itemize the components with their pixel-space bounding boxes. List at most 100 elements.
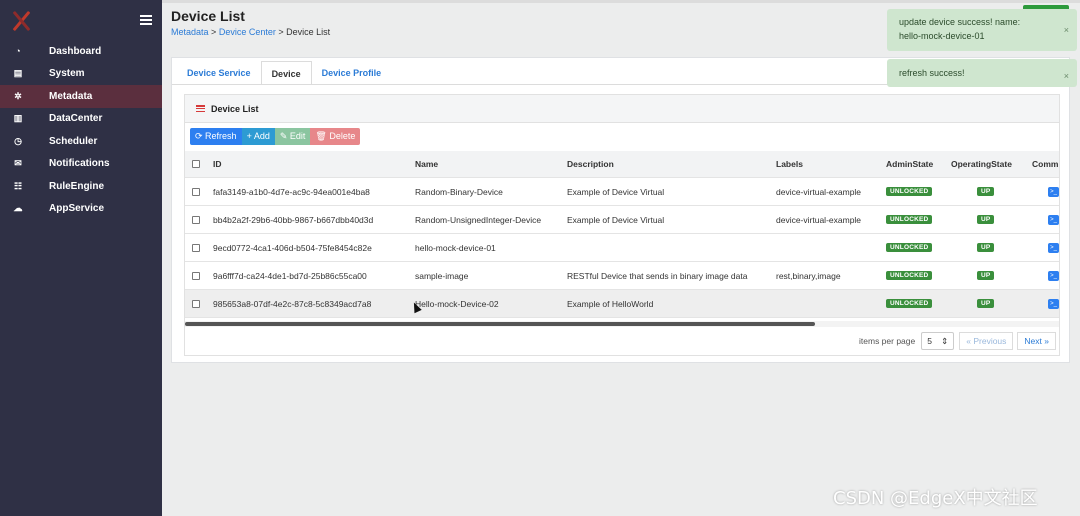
operating-state-badge: UP bbox=[977, 271, 995, 280]
row-checkbox[interactable] bbox=[192, 215, 200, 224]
edit-icon: ✎ bbox=[279, 131, 290, 141]
items-per-page-select[interactable]: 5 ⇕ bbox=[921, 332, 955, 350]
table-row[interactable]: bb4b2a2f-29b6-40bb-9867-b667dbb40d3d Rand… bbox=[185, 206, 1059, 234]
edgex-logo-icon[interactable] bbox=[10, 9, 32, 32]
column-header-operatingstate[interactable]: OperatingState bbox=[951, 151, 1012, 177]
sidebar-item-label: System bbox=[49, 68, 85, 80]
select-arrows-icon: ⇕ bbox=[941, 335, 949, 346]
admin-state-badge: UNLOCKED bbox=[886, 215, 933, 224]
cell-id: 9ecd0772-4ca1-406d-b504-75fe8454c82e bbox=[213, 242, 372, 253]
tab-device-profile[interactable]: Device Profile bbox=[312, 61, 392, 85]
terminal-icon[interactable]: >_ bbox=[1048, 270, 1059, 281]
terminal-icon[interactable]: >_ bbox=[1048, 214, 1059, 225]
terminal-icon[interactable]: >_ bbox=[1048, 242, 1059, 253]
breadcrumb-separator: > bbox=[211, 27, 217, 37]
table-row[interactable]: 985653a8-07df-4e2c-87c8-5c8349acd7a8 Hell… bbox=[185, 290, 1059, 318]
cell-labels: device-virtual-example bbox=[776, 214, 862, 225]
sidebar-item-label: AppService bbox=[49, 203, 105, 215]
row-checkbox[interactable] bbox=[192, 243, 200, 252]
cell-id: bb4b2a2f-29b6-40bb-9867-b667dbb40d3d bbox=[213, 214, 374, 225]
mail-icon: ✉ bbox=[14, 158, 22, 169]
sidebar-item-ruleengine[interactable]: ☷ RuleEngine bbox=[0, 175, 162, 198]
sidebar-item-notifications[interactable]: ✉ Notifications bbox=[0, 153, 162, 176]
operating-state-badge: UP bbox=[977, 215, 995, 224]
table-row[interactable]: 9ecd0772-4ca1-406d-b504-75fe8454c82e hell… bbox=[185, 234, 1059, 262]
column-header-name[interactable]: Name bbox=[415, 151, 438, 177]
edit-button[interactable]: ✎ Edit bbox=[274, 128, 311, 145]
cell-description: Example of HelloWorld bbox=[567, 298, 654, 309]
toast-close-icon[interactable]: × bbox=[1064, 23, 1069, 37]
tab-device-service[interactable]: Device Service bbox=[177, 61, 261, 85]
table-body: fafa3149-a1b0-4d7e-ac9c-94ea001e4ba8 Rand… bbox=[185, 178, 1059, 318]
cell-name: Random-Binary-Device bbox=[415, 186, 503, 197]
toast-message-line1: update device success! name: bbox=[899, 17, 1021, 27]
refresh-button[interactable]: ⟳ Refresh bbox=[190, 128, 242, 145]
items-per-page-label: items per page bbox=[859, 336, 916, 346]
cell-description: Example of Device Virtual bbox=[567, 186, 665, 197]
toolbar: ⟳ Refresh + Add ✎ Edit 🗑 Delete bbox=[190, 128, 361, 145]
sidebar-item-dashboard[interactable]: ◔ Dashboard bbox=[0, 40, 162, 63]
sidebar-item-appservice[interactable]: ☁ AppService bbox=[0, 198, 162, 221]
metadata-icon: ✲ bbox=[14, 90, 22, 101]
watermark: CSDN @EdgeX中文社区 bbox=[833, 488, 1038, 509]
scrollbar-thumb[interactable] bbox=[185, 322, 815, 326]
column-header-description[interactable]: Description bbox=[567, 151, 614, 177]
cell-labels: rest,binary,image bbox=[776, 270, 841, 281]
table-row[interactable]: fafa3149-a1b0-4d7e-ac9c-94ea001e4ba8 Rand… bbox=[185, 178, 1059, 206]
toast-refresh-success: refresh success! × bbox=[887, 59, 1077, 87]
admin-state-badge: UNLOCKED bbox=[886, 243, 933, 252]
clock-icon: ◷ bbox=[14, 135, 22, 146]
toast-close-icon[interactable]: × bbox=[1064, 68, 1069, 84]
column-header-adminstate[interactable]: AdminState bbox=[886, 151, 933, 177]
admin-state-badge: UNLOCKED bbox=[886, 187, 933, 196]
list-icon bbox=[196, 105, 205, 112]
sidebar-item-label: RuleEngine bbox=[49, 180, 105, 192]
sidebar-item-label: DataCenter bbox=[49, 113, 103, 125]
operating-state-badge: UP bbox=[977, 187, 995, 196]
refresh-icon: ⟳ bbox=[195, 131, 206, 141]
sidebar-item-scheduler[interactable]: ◷ Scheduler bbox=[0, 130, 162, 153]
operating-state-badge: UP bbox=[977, 243, 995, 252]
select-all-checkbox[interactable] bbox=[192, 160, 200, 168]
row-checkbox[interactable] bbox=[192, 271, 200, 280]
terminal-icon[interactable]: >_ bbox=[1048, 186, 1059, 197]
row-checkbox[interactable] bbox=[192, 187, 200, 196]
table-row[interactable]: 9a6fff7d-ca24-4de1-bd7d-25b86c55ca00 samp… bbox=[185, 262, 1059, 290]
previous-page-button[interactable]: « Previous bbox=[959, 332, 1014, 350]
cell-name: Random-UnsignedInteger-Device bbox=[415, 214, 542, 225]
next-page-button[interactable]: Next » bbox=[1017, 332, 1056, 350]
breadcrumb-device-center[interactable]: Device Center bbox=[219, 27, 276, 37]
toast-update-success: update device success! name: hello-mock-… bbox=[887, 9, 1077, 51]
sidebar-item-system[interactable]: ▤ System bbox=[0, 63, 162, 86]
column-header-labels[interactable]: Labels bbox=[776, 151, 803, 177]
tab-device[interactable]: Device bbox=[260, 61, 312, 85]
breadcrumb: Metadata > Device Center > Device List bbox=[171, 27, 330, 37]
admin-state-badge: UNLOCKED bbox=[886, 299, 933, 308]
page-title: Device List bbox=[171, 8, 245, 24]
sidebar-item-label: Notifications bbox=[49, 158, 110, 170]
breadcrumb-metadata[interactable]: Metadata bbox=[171, 27, 209, 37]
menu-toggle-icon[interactable] bbox=[140, 15, 152, 25]
device-list-panel: Device List ⟳ Refresh + Add ✎ Edit 🗑 Del… bbox=[184, 94, 1060, 356]
sidebar-item-datacenter[interactable]: ▥ DataCenter bbox=[0, 108, 162, 131]
cell-id: fafa3149-a1b0-4d7e-ac9c-94ea001e4ba8 bbox=[213, 186, 370, 197]
terminal-icon[interactable]: >_ bbox=[1048, 298, 1059, 309]
cell-name: sample-image bbox=[415, 270, 469, 281]
device-center-card: Device Service Device Device Profile Dev… bbox=[171, 57, 1070, 363]
cell-id: 985653a8-07df-4e2c-87c8-5c8349acd7a8 bbox=[213, 298, 372, 309]
column-header-command[interactable]: Comm bbox=[1032, 151, 1058, 177]
add-button[interactable]: + Add bbox=[241, 128, 275, 145]
cell-description: Example of Device Virtual bbox=[567, 214, 665, 225]
sidebar-item-metadata[interactable]: ✲ Metadata bbox=[0, 85, 162, 108]
panel-title: Device List bbox=[211, 103, 259, 114]
breadcrumb-current: Device List bbox=[286, 27, 331, 37]
delete-button[interactable]: 🗑 Delete bbox=[310, 128, 361, 145]
tab-bar: Device Service Device Device Profile bbox=[177, 61, 391, 85]
sliders-icon: ☷ bbox=[13, 180, 23, 191]
items-per-page-value: 5 bbox=[927, 336, 932, 346]
toast-message: refresh success! bbox=[899, 68, 965, 78]
cell-name: Hello-mock-Device-02 bbox=[415, 298, 499, 309]
column-header-id[interactable]: ID bbox=[213, 151, 222, 177]
row-checkbox[interactable] bbox=[192, 299, 200, 308]
refresh-label: Refresh bbox=[205, 131, 237, 141]
